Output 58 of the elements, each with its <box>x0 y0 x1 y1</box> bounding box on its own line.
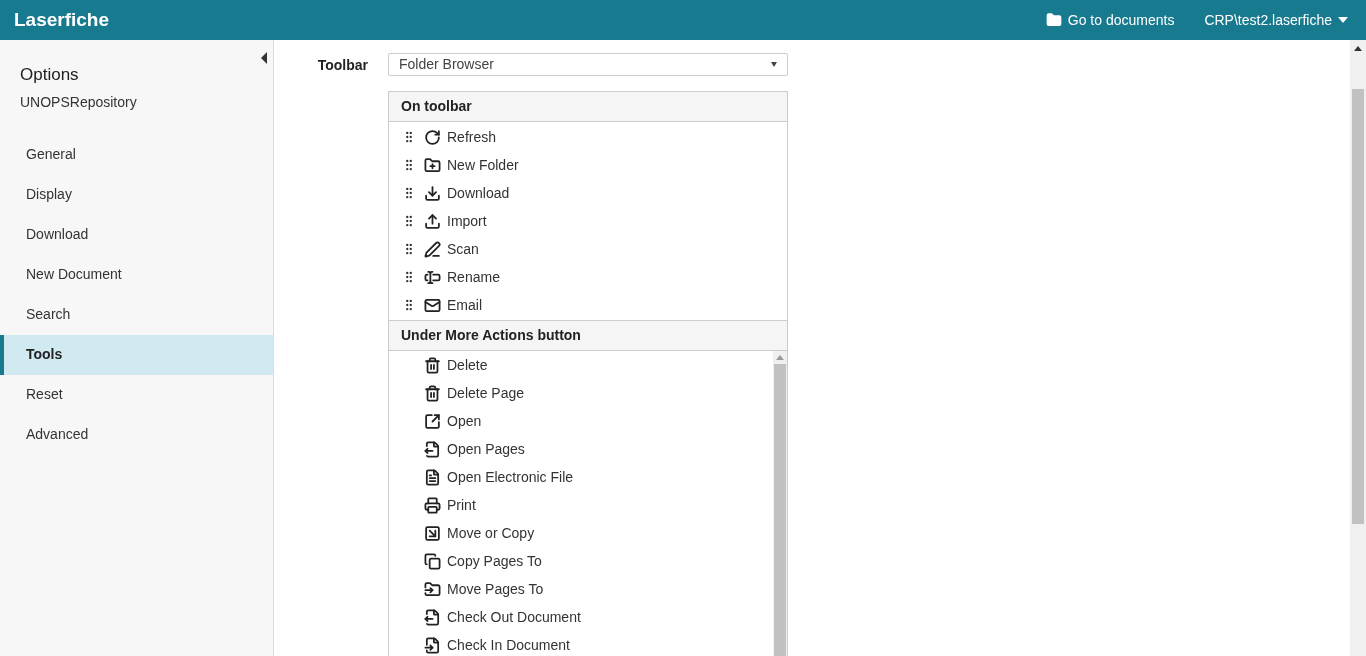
tool-item[interactable]: Copy Pages To <box>447 550 542 572</box>
sidebar-title: Options <box>19 64 80 86</box>
text-cursor-icon <box>423 268 441 286</box>
section-heading: On toolbar <box>389 92 787 122</box>
user-menu[interactable]: CRP\test2.laserfiche <box>1204 9 1348 31</box>
section-heading: Under More Actions button <box>389 320 787 351</box>
trash-icon <box>423 356 441 374</box>
tool-item[interactable]: Refresh <box>447 126 497 148</box>
tool-item[interactable]: Email <box>447 294 482 316</box>
tool-item[interactable]: Delete Page <box>447 382 525 404</box>
copy-icon <box>423 552 441 570</box>
toolbar-label: Toolbar <box>317 56 368 75</box>
collapse-icon[interactable] <box>261 52 267 64</box>
caret-icon <box>771 62 777 67</box>
refresh-icon <box>423 128 441 146</box>
tool-item[interactable]: Delete <box>447 354 488 376</box>
caret-icon <box>1338 17 1348 23</box>
tool-item[interactable]: Open Electronic File <box>447 466 574 488</box>
folder-plus-icon <box>423 156 441 174</box>
sidebar-item[interactable]: Reset <box>0 374 273 415</box>
sidebar-item[interactable]: Search <box>0 294 273 335</box>
sidebar-item[interactable]: Tools <box>0 334 273 375</box>
tool-item[interactable]: Move Pages To <box>447 578 544 600</box>
repository-name: UNOPSRepository <box>19 92 138 112</box>
sidebar-item[interactable]: New Document <box>0 254 273 295</box>
file-export-icon <box>423 608 441 626</box>
trash-icon <box>423 384 441 402</box>
tool-item[interactable]: Scan <box>447 238 479 260</box>
tool-item[interactable]: New Folder <box>447 154 519 176</box>
tool-item[interactable]: Import <box>447 210 487 232</box>
tool-item[interactable]: Move or Copy <box>447 522 535 544</box>
tool-item[interactable]: Open Pages <box>447 438 525 460</box>
sidebar-item[interactable]: Download <box>0 214 273 255</box>
mail-icon <box>423 296 441 314</box>
scrollbar[interactable] <box>773 351 787 656</box>
sidebar-item[interactable]: Advanced <box>0 414 273 455</box>
go-to-documents-link[interactable]: Go to documents <box>1045 9 1175 31</box>
file-export-icon <box>423 440 441 458</box>
external-link-icon <box>423 412 441 430</box>
toolbar-select[interactable]: Folder Browser <box>388 53 788 76</box>
printer-icon <box>423 496 441 514</box>
pen-icon <box>423 240 441 258</box>
folder-icon <box>1045 12 1062 28</box>
tool-item[interactable]: Download <box>447 182 510 204</box>
file-import-icon <box>423 636 441 654</box>
upload-icon <box>423 212 441 230</box>
tool-item[interactable]: Check Out Document <box>447 606 581 628</box>
download-icon <box>423 184 441 202</box>
tool-item[interactable]: Check In Document <box>447 634 570 656</box>
tool-item[interactable]: Rename <box>447 266 500 288</box>
tool-item[interactable]: Open <box>447 410 482 432</box>
logo[interactable]: Laserfiche <box>14 5 110 35</box>
page-scrollbar[interactable] <box>1350 40 1366 656</box>
sidebar-item[interactable]: Display <box>0 174 273 215</box>
sidebar-item[interactable]: General <box>0 134 273 175</box>
document-icon <box>423 468 441 486</box>
folder-arrow-icon <box>423 580 441 598</box>
tool-item[interactable]: Print <box>447 494 476 516</box>
